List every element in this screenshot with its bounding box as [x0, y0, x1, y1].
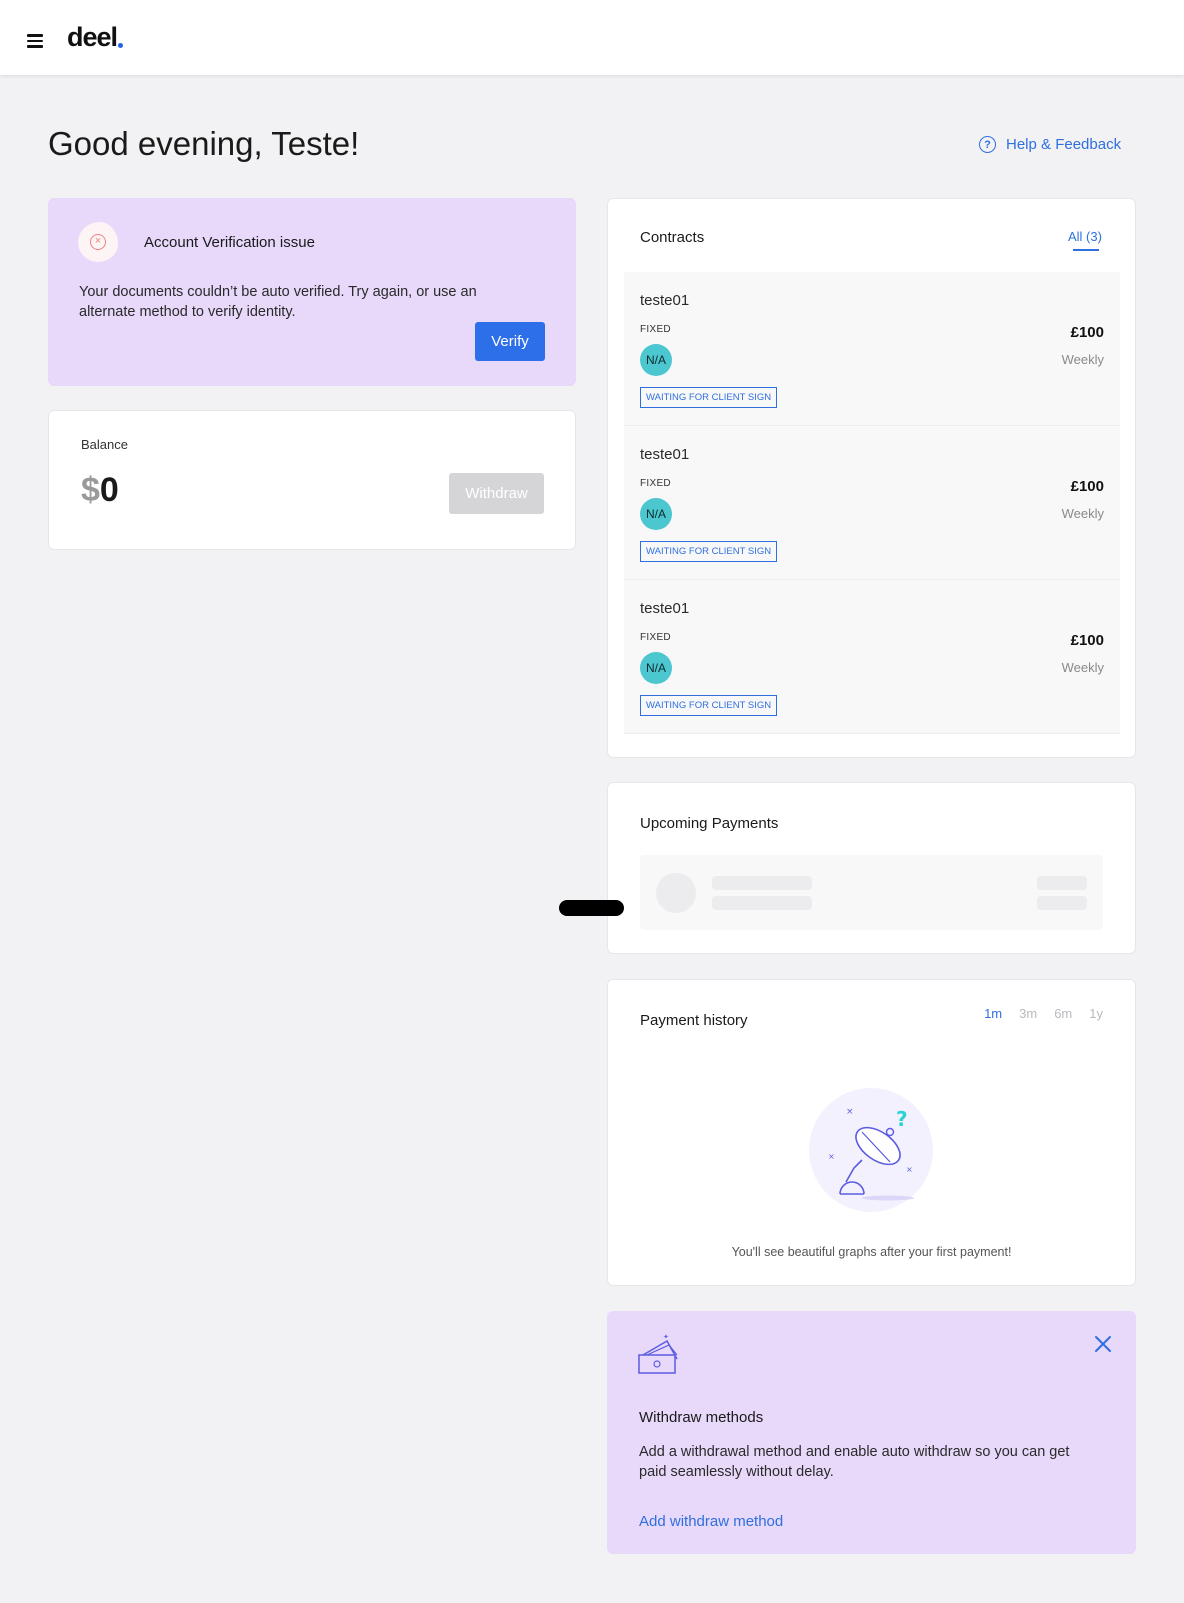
- contract-type: FIXED: [640, 478, 671, 489]
- help-icon: ?: [979, 136, 996, 153]
- svg-text:?: ?: [896, 1107, 908, 1131]
- help-label: Help & Feedback: [1006, 136, 1122, 153]
- help-feedback-link[interactable]: ? Help & Feedback: [979, 136, 1121, 153]
- contract-name: teste01: [640, 446, 690, 463]
- payment-history-card: Payment history 1m 3m 6m 1y ? × × × You'…: [607, 979, 1136, 1286]
- redaction-bar: [559, 900, 624, 916]
- top-bar: deel: [0, 0, 1184, 75]
- range-1y[interactable]: 1y: [1089, 1006, 1103, 1021]
- svg-text:×: ×: [906, 1165, 913, 1174]
- contract-status-badge: WAITING FOR CLIENT SIGN: [640, 695, 778, 716]
- page-greeting: Good evening, Teste!: [48, 125, 360, 162]
- contract-frequency: Weekly: [1061, 660, 1104, 675]
- svg-text:✦: ✦: [663, 1333, 669, 1341]
- contract-amount: £100: [1070, 478, 1104, 495]
- withdraw-button[interactable]: Withdraw: [449, 473, 544, 514]
- upcoming-title: Upcoming Payments: [640, 815, 779, 832]
- loading-skeleton: [640, 855, 1103, 930]
- logo[interactable]: deel: [67, 22, 118, 53]
- history-empty-text: You'll see beautiful graphs after your f…: [731, 1245, 1012, 1259]
- contract-status-badge: WAITING FOR CLIENT SIGN: [640, 541, 778, 562]
- skeleton-avatar: [656, 873, 696, 913]
- balance-card: Balance $0 Withdraw: [48, 410, 576, 550]
- contract-avatar: N/A: [640, 344, 672, 376]
- contract-name: teste01: [640, 600, 690, 617]
- range-3m[interactable]: 3m: [1019, 1006, 1037, 1021]
- verification-text: Your documents couldn’t be auto verified…: [79, 284, 477, 320]
- range-6m[interactable]: 6m: [1054, 1006, 1072, 1021]
- verification-title: Account Verification issue: [144, 234, 315, 251]
- contract-item[interactable]: teste01 FIXED N/A WAITING FOR CLIENT SIG…: [624, 580, 1120, 734]
- verification-card: × Account Verification issue Your docume…: [48, 198, 576, 386]
- contract-amount: £100: [1070, 632, 1104, 649]
- menu-icon[interactable]: [27, 34, 43, 48]
- skeleton-line: [712, 876, 812, 890]
- verify-button[interactable]: Verify: [475, 322, 545, 361]
- balance-value: 0: [99, 471, 119, 509]
- money-stack-icon: ✦: [638, 1333, 678, 1374]
- range-selector: 1m 3m 6m 1y: [967, 1006, 1103, 1021]
- withdraw-methods-title: Withdraw methods: [639, 1409, 764, 1426]
- contracts-title: Contracts: [640, 229, 705, 246]
- contract-type: FIXED: [640, 632, 671, 643]
- contract-frequency: Weekly: [1061, 352, 1104, 367]
- contract-frequency: Weekly: [1061, 506, 1104, 521]
- active-filter-underline: [1073, 249, 1099, 251]
- svg-text:×: ×: [828, 1152, 835, 1161]
- balance-label: Balance: [81, 437, 128, 452]
- error-icon: ×: [90, 234, 106, 250]
- contract-avatar: N/A: [640, 652, 672, 684]
- history-title: Payment history: [640, 1012, 748, 1029]
- svg-text:×: ×: [846, 1107, 854, 1117]
- balance-amount: $0: [81, 471, 119, 510]
- close-icon[interactable]: [1092, 1333, 1114, 1355]
- withdraw-methods-text: Add a withdrawal method and enable auto …: [639, 1444, 1070, 1480]
- error-badge: ×: [78, 222, 118, 262]
- contract-type: FIXED: [640, 324, 671, 335]
- contract-name: teste01: [640, 292, 690, 309]
- skeleton-line: [1037, 896, 1087, 910]
- contract-avatar: N/A: [640, 498, 672, 530]
- add-withdraw-method-link[interactable]: Add withdraw method: [639, 1513, 783, 1530]
- contract-item[interactable]: teste01 FIXED N/A WAITING FOR CLIENT SIG…: [624, 426, 1120, 580]
- contract-status-badge: WAITING FOR CLIENT SIGN: [640, 387, 778, 408]
- contracts-card: Contracts All (3) teste01 FIXED N/A WAIT…: [607, 198, 1136, 758]
- contract-amount: £100: [1070, 324, 1104, 341]
- skeleton-line: [1037, 876, 1087, 890]
- range-1m[interactable]: 1m: [984, 1006, 1002, 1021]
- logo-dot: [118, 43, 123, 48]
- balance-currency: $: [81, 471, 100, 509]
- satellite-dish-icon: ? × × ×: [809, 1088, 933, 1212]
- contracts-filter-all[interactable]: All (3): [1068, 229, 1102, 244]
- upcoming-payments-card: Upcoming Payments: [607, 782, 1136, 954]
- withdraw-methods-card: ✦ Withdraw methods Add a withdrawal meth…: [607, 1311, 1136, 1554]
- contract-item[interactable]: teste01 FIXED N/A WAITING FOR CLIENT SIG…: [624, 272, 1120, 426]
- skeleton-line: [712, 896, 812, 910]
